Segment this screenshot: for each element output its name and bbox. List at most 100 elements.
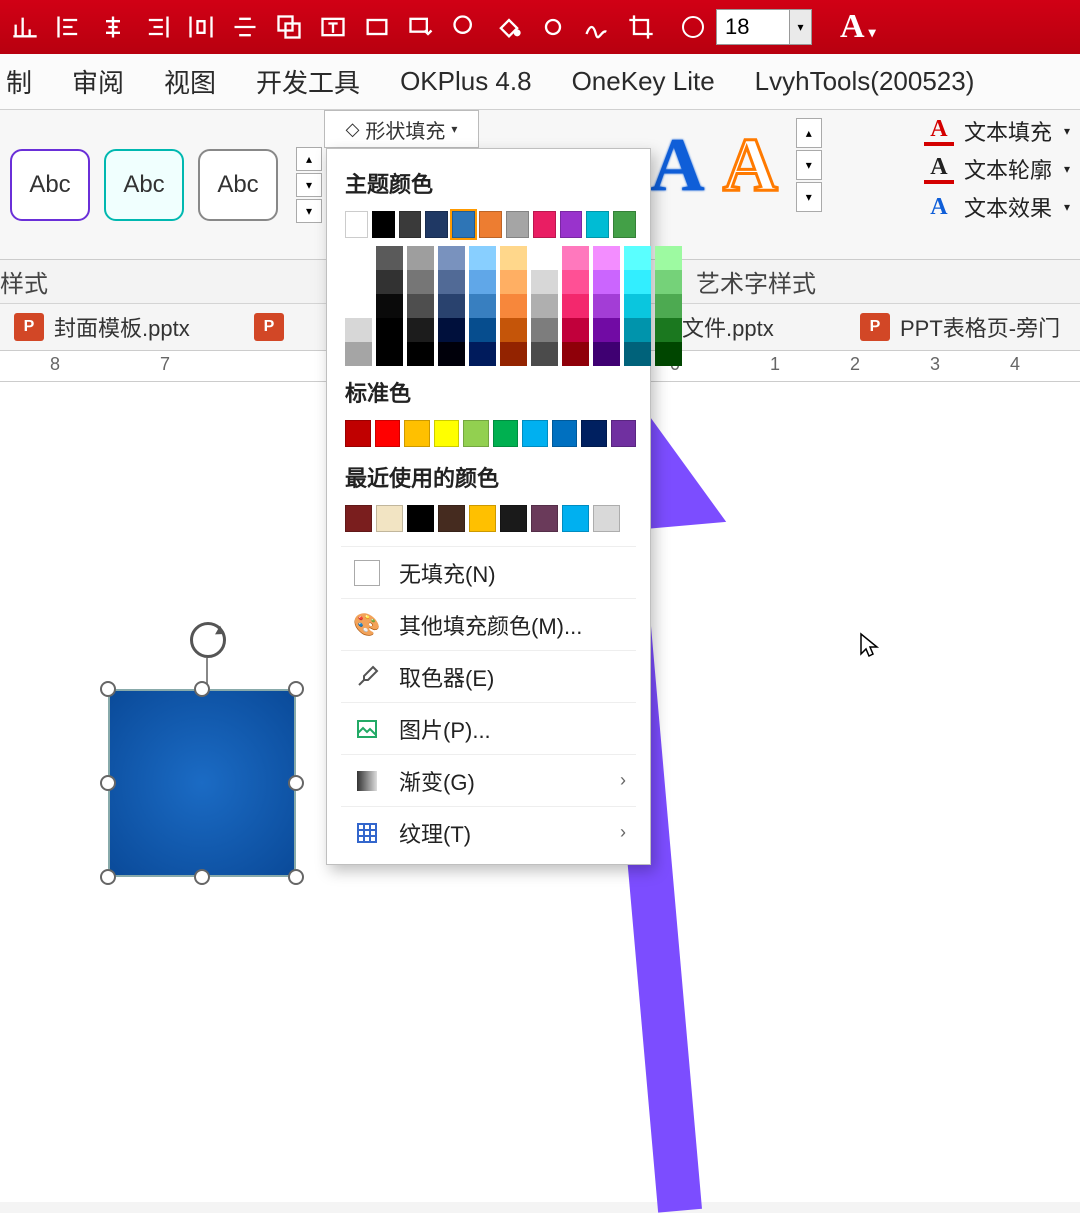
color-swatch[interactable] [624,318,651,342]
color-swatch[interactable] [438,318,465,342]
color-swatch[interactable] [655,342,682,366]
color-swatch[interactable] [438,294,465,318]
color-swatch[interactable] [624,246,651,270]
gallery-spinner[interactable]: ▴ ▾ ▾ [796,118,822,212]
tab-item[interactable]: OKPlus 4.8 [400,66,532,97]
color-swatch[interactable] [452,211,475,238]
color-swatch[interactable] [562,246,589,270]
color-swatch[interactable] [469,318,496,342]
chevron-down-icon[interactable]: ▾ [796,150,822,180]
font-size-dropdown[interactable]: ▾ [790,9,812,45]
text-effect-button[interactable]: A 文本效果 ▾ [924,191,1070,223]
color-swatch[interactable] [562,505,589,532]
color-swatch[interactable] [562,270,589,294]
tab-item[interactable]: 审阅 [72,63,124,100]
color-swatch[interactable] [376,246,403,270]
color-swatch[interactable] [463,420,489,447]
paint-bucket-icon[interactable] [492,10,526,44]
color-swatch[interactable] [345,211,368,238]
selected-shape[interactable] [108,689,296,877]
color-swatch[interactable] [655,318,682,342]
color-swatch[interactable] [434,420,460,447]
shape-rectangle[interactable] [108,689,296,877]
resize-handle[interactable] [100,775,116,791]
texture-fill-item[interactable]: 纹理(T) › [341,806,636,858]
color-swatch[interactable] [438,342,465,366]
circle-small-icon[interactable] [536,10,570,44]
color-swatch[interactable] [593,318,620,342]
color-swatch[interactable] [345,342,372,366]
resize-handle[interactable] [288,681,304,697]
signature-icon[interactable] [580,10,614,44]
color-swatch[interactable] [375,420,401,447]
color-swatch[interactable] [469,270,496,294]
font-size-input[interactable]: 18 [716,9,790,45]
wordart-thumb[interactable]: A [650,122,705,209]
gallery-spinner[interactable]: ▴ ▾ ▾ [296,147,322,223]
color-swatch[interactable] [438,505,465,532]
color-swatch[interactable] [522,420,548,447]
color-swatch[interactable] [624,342,651,366]
distribute-h-icon[interactable] [184,10,218,44]
color-swatch[interactable] [562,294,589,318]
style-thumb[interactable]: Abc [10,149,90,221]
color-swatch[interactable] [500,505,527,532]
color-swatch[interactable] [593,342,620,366]
color-swatch[interactable] [533,211,556,238]
wordart-thumb[interactable]: A [723,122,778,209]
resize-handle[interactable] [194,869,210,885]
color-swatch[interactable] [345,294,372,318]
color-swatch[interactable] [506,211,529,238]
align-right-icon[interactable] [140,10,174,44]
chevron-up-icon[interactable]: ▴ [796,118,822,148]
color-swatch[interactable] [345,270,372,294]
color-swatch[interactable] [500,294,527,318]
picture-fill-item[interactable]: 图片(P)... [341,702,636,754]
chevron-down-icon[interactable]: ▾ [296,173,322,197]
chevron-up-icon[interactable]: ▴ [296,147,322,171]
tab-item[interactable]: 开发工具 [256,63,360,100]
no-fill-item[interactable]: 无填充(N) [341,546,636,598]
align-middle-icon[interactable] [228,10,262,44]
color-swatch[interactable] [469,294,496,318]
color-swatch[interactable] [407,342,434,366]
tab-item[interactable]: 制 [6,63,32,100]
color-swatch[interactable] [493,420,519,447]
color-swatch[interactable] [376,294,403,318]
style-thumb[interactable]: Abc [104,149,184,221]
text-outline-button[interactable]: A 文本轮廓 ▾ [924,153,1070,185]
color-swatch[interactable] [611,420,637,447]
crop-icon[interactable] [624,10,658,44]
color-swatch[interactable] [425,211,448,238]
color-swatch[interactable] [562,318,589,342]
color-swatch[interactable] [469,505,496,532]
color-swatch[interactable] [376,270,403,294]
resize-handle[interactable] [288,869,304,885]
rectangle-dd-icon[interactable] [404,10,438,44]
color-swatch[interactable] [438,246,465,270]
color-swatch[interactable] [407,246,434,270]
tab-item[interactable]: LvyhTools(200523) [755,66,975,97]
style-thumb[interactable]: Abc [198,149,278,221]
color-swatch[interactable] [562,342,589,366]
color-swatch[interactable] [469,342,496,366]
color-swatch[interactable] [376,318,403,342]
color-swatch[interactable] [407,294,434,318]
color-swatch[interactable] [479,211,502,238]
color-swatch[interactable] [586,211,609,238]
text-fill-button[interactable]: A 文本填充 ▾ [924,115,1070,147]
color-swatch[interactable] [345,318,372,342]
rotate-handle[interactable] [190,622,226,658]
tab-item[interactable]: OneKey Lite [572,66,715,97]
rectangle-icon[interactable] [360,10,394,44]
resize-handle[interactable] [100,681,116,697]
color-swatch[interactable] [531,505,558,532]
color-swatch[interactable] [500,342,527,366]
circle-dd-icon[interactable] [448,10,482,44]
more-colors-item[interactable]: 🎨 其他填充颜色(M)... [341,598,636,650]
gradient-fill-item[interactable]: 渐变(G) › [341,754,636,806]
more-icon[interactable]: ▾ [296,199,322,223]
color-swatch[interactable] [655,270,682,294]
text-box-icon[interactable] [316,10,350,44]
color-swatch[interactable] [404,420,430,447]
